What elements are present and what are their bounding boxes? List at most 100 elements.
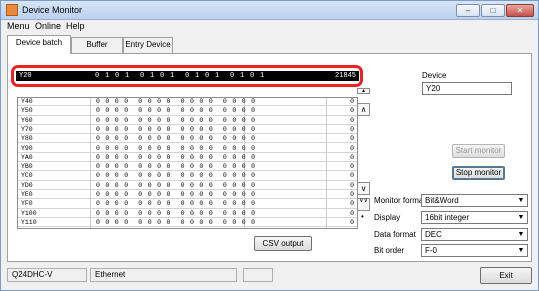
- tab-buffer-memory[interactable]: Buffer Memory: [71, 37, 123, 63]
- row-value: 0: [350, 116, 354, 124]
- row-device: YB0: [21, 163, 33, 171]
- row-value: 0: [350, 200, 354, 208]
- device-label: Device: [422, 71, 447, 80]
- row-value: 0: [350, 163, 354, 171]
- device-batch-panel: Y20 0 1 0 1 0 1 0 1 0 1 0 1 0 1 0 1 2184…: [7, 53, 532, 262]
- app-icon: [6, 4, 18, 16]
- display-label: Display: [374, 213, 401, 222]
- tab-entry-device[interactable]: Entry Device: [123, 37, 173, 53]
- display-value: 16bit integer: [425, 213, 470, 222]
- row-value: 0: [350, 107, 354, 115]
- table-row[interactable]: Y70 0 0 0 0 0 0 0 0 0 0 0 0 0 0 0 0 0: [18, 125, 357, 135]
- status-connection: Ethernet: [90, 268, 237, 282]
- row-device: Y110: [21, 218, 37, 226]
- dropdown-arrow-icon: ▼: [515, 229, 527, 240]
- close-button[interactable]: ✕: [506, 4, 534, 17]
- table-row[interactable]: YA0 0 0 0 0 0 0 0 0 0 0 0 0 0 0 0 0 0: [18, 153, 357, 163]
- scroll-bottom-icon[interactable]: ∨: [357, 182, 370, 195]
- table-row[interactable]: YC0 0 0 0 0 0 0 0 0 0 0 0 0 0 0 0 0 0: [18, 172, 357, 181]
- row-device: Y60: [21, 116, 33, 124]
- row-bits: 0 0 0 0 0 0 0 0 0 0 0 0 0 0 0 0: [96, 218, 256, 226]
- dropdown-arrow-icon: ▼: [515, 195, 527, 206]
- device-grid[interactable]: Y40 0 0 0 0 0 0 0 0 0 0 0 0 0 0 0 0 0 Y50 0…: [17, 97, 358, 229]
- row-device: YC0: [21, 172, 33, 180]
- row-device: YE0: [21, 191, 33, 198]
- row-bits: 0 0 0 0 0 0 0 0 0 0 0 0 0 0 0 0: [96, 135, 256, 143]
- minimize-button[interactable]: –: [456, 4, 480, 17]
- row-value: 0: [350, 191, 354, 198]
- monitor-format-value: Bit&Word: [425, 196, 459, 205]
- row-bits: 0 0 0 0 0 0 0 0 0 0 0 0 0 0 0 0: [96, 144, 256, 152]
- row-value: 0: [350, 172, 354, 180]
- row-bits: 0 0 0 0 0 0 0 0 0 0 0 0 0 0 0 0: [96, 107, 256, 115]
- row-value: 0: [350, 135, 354, 143]
- status-cpu: Q24DHC-V: [7, 268, 87, 282]
- menu-menu[interactable]: Menu: [7, 21, 30, 31]
- device-monitor-window: Device Monitor – □ ✕ Menu Online Help De…: [0, 0, 539, 291]
- row-value: 0: [350, 98, 354, 105]
- row-value: 0: [350, 144, 354, 152]
- window-title: Device Monitor: [22, 5, 83, 15]
- exit-button[interactable]: Exit: [480, 267, 532, 284]
- row-bits: 0 0 0 0 0 0 0 0 0 0 0 0 0 0 0 0: [96, 200, 256, 208]
- row-bits: 0 0 0 0 0 0 0 0 0 0 0 0 0 0 0 0: [96, 125, 256, 133]
- row-bits: 0 0 0 0 0 0 0 0 0 0 0 0 0 0 0 0: [96, 116, 256, 124]
- row-bits: 0 0 0 0 0 0 0 0 0 0 0 0 0 0 0 0: [96, 209, 256, 217]
- menu-online[interactable]: Online: [35, 21, 61, 31]
- maximize-button[interactable]: □: [481, 4, 505, 17]
- bit-order-label: Bit order: [374, 246, 405, 255]
- row-value: 0: [350, 153, 354, 161]
- table-row[interactable]: Y90 0 0 0 0 0 0 0 0 0 0 0 0 0 0 0 0 0: [18, 145, 357, 153]
- row-value: 0: [350, 181, 354, 189]
- tab-device-batch[interactable]: Device batch: [7, 35, 71, 54]
- row-device: Y40: [21, 98, 33, 105]
- menu-help[interactable]: Help: [66, 21, 85, 31]
- row-bits: 0 0 0 0 0 0 0 0 0 0 0 0 0 0 0 0: [96, 153, 256, 161]
- scroll-position-dot: •: [361, 212, 364, 221]
- dropdown-arrow-icon: ▼: [515, 212, 527, 223]
- row-bits: 0 0 0 0 0 0 0 0 0 0 0 0 0 0 0 0: [96, 191, 256, 198]
- row-device: YA0: [21, 153, 33, 161]
- dropdown-arrow-icon: ▼: [515, 245, 527, 256]
- table-row[interactable]: YD0 0 0 0 0 0 0 0 0 0 0 0 0 0 0 0 0 0: [18, 182, 357, 190]
- monitor-format-select[interactable]: Bit&Word ▼: [421, 194, 528, 207]
- row-bits: 0 0 0 0 0 0 0 0 0 0 0 0 0 0 0 0: [96, 172, 256, 180]
- table-row[interactable]: Y60 0 0 0 0 0 0 0 0 0 0 0 0 0 0 0 0 0: [18, 117, 357, 125]
- row-device: YF0: [21, 200, 33, 208]
- row-device: Y50: [21, 107, 33, 115]
- title-bar[interactable]: Device Monitor – □ ✕: [1, 1, 538, 20]
- display-select[interactable]: 16bit integer ▼: [421, 211, 528, 224]
- stop-monitor-button[interactable]: Stop monitor: [452, 166, 505, 180]
- status-extra: [243, 268, 273, 282]
- table-row[interactable]: Y110 0 0 0 0 0 0 0 0 0 0 0 0 0 0 0 0 0: [18, 218, 357, 228]
- row-bits: 0 0 0 0 0 0 0 0 0 0 0 0 0 0 0 0: [96, 98, 256, 105]
- table-row[interactable]: Y50 0 0 0 0 0 0 0 0 0 0 0 0 0 0 0 0 0: [18, 107, 357, 116]
- scroll-top-icon[interactable]: ∧: [357, 103, 370, 116]
- row-value: 0: [350, 218, 354, 226]
- row-device: YD0: [21, 181, 33, 189]
- monitor-format-label: Monitor format: [374, 196, 426, 205]
- table-row[interactable]: Y40 0 0 0 0 0 0 0 0 0 0 0 0 0 0 0 0 0: [18, 98, 357, 107]
- table-row[interactable]: Y100 0 0 0 0 0 0 0 0 0 0 0 0 0 0 0 0 0: [18, 210, 357, 218]
- table-row[interactable]: Y80 0 0 0 0 0 0 0 0 0 0 0 0 0 0 0 0 0: [18, 135, 357, 144]
- row-value: 0: [350, 209, 354, 217]
- device-input[interactable]: Y20: [422, 82, 512, 95]
- table-row[interactable]: YF0 0 0 0 0 0 0 0 0 0 0 0 0 0 0 0 0 0: [18, 200, 357, 209]
- table-row[interactable]: YE0 0 0 0 0 0 0 0 0 0 0 0 0 0 0 0 0 0: [18, 191, 357, 200]
- data-format-value: DEC: [425, 230, 442, 239]
- bit-order-select[interactable]: F-0 ▼: [421, 244, 528, 257]
- row-device: Y100: [21, 209, 37, 217]
- start-monitor-button[interactable]: Start monitor: [452, 144, 505, 158]
- menu-bar: Menu Online Help: [1, 20, 538, 33]
- table-row[interactable]: YB0 0 0 0 0 0 0 0 0 0 0 0 0 0 0 0 0 0: [18, 163, 357, 172]
- row-bits: 0 0 0 0 0 0 0 0 0 0 0 0 0 0 0 0: [96, 181, 256, 189]
- data-format-select[interactable]: DEC ▼: [421, 228, 528, 241]
- csv-output-button[interactable]: CSV output: [254, 236, 312, 251]
- highlight-outline: [11, 65, 363, 87]
- row-device: Y90: [21, 144, 33, 152]
- row-value: 0: [350, 125, 354, 133]
- row-bits: 0 0 0 0 0 0 0 0 0 0 0 0 0 0 0 0: [96, 163, 256, 171]
- scroll-up-small-icon[interactable]: ▲: [357, 88, 370, 94]
- row-device: Y80: [21, 135, 33, 143]
- scroll-page-down-icon[interactable]: ∨∨: [357, 198, 370, 211]
